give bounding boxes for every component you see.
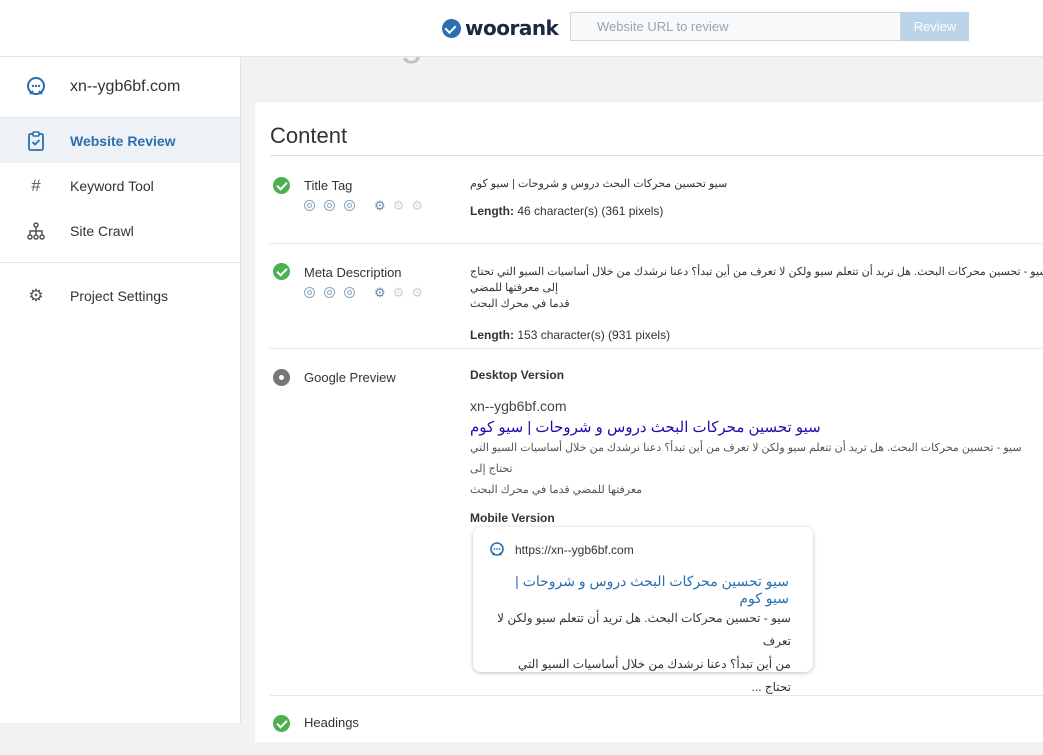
criterion-meta-description[interactable]: Meta Description ⚙ ⚙ ⚙ سيو - تحسين محركا… (270, 243, 1043, 349)
criterion-icons: ⚙ ⚙ ⚙ (304, 198, 430, 213)
pass-check-icon (273, 715, 290, 732)
gear-icon: ⚙ (392, 285, 405, 300)
website-url-input[interactable] (570, 12, 901, 41)
gear-icon: ⚙ (411, 285, 423, 300)
site-name: xn--ygb6bf.com (70, 78, 181, 95)
criterion-value: سيو - تحسين محركات البحث. هل تريد أن تتع… (470, 264, 1043, 342)
sitemap-icon (26, 221, 46, 241)
hash-icon: # (31, 175, 41, 195)
pass-check-icon (273, 177, 290, 194)
criterion-label: Title Tag (304, 178, 353, 193)
criterion-label: Meta Description (304, 265, 402, 280)
target-icon (344, 200, 355, 211)
google-preview-content: Desktop Version xn--ygb6bf.com سيو تحسين… (470, 368, 1043, 694)
meta-description-text-line-1: سيو - تحسين محركات البحث. هل تريد أن تتع… (470, 266, 1043, 294)
project-site[interactable]: xn--ygb6bf.com (0, 57, 240, 118)
criterion-value: سيو تحسين محركات البحث دروس و شروحات | س… (470, 177, 1043, 218)
mobile-preview-url: https://xn--ygb6bf.com (515, 543, 634, 557)
sidebar-item-label: Keyword Tool (70, 177, 154, 194)
desktop-preview-desc-line-2: معرفتها للمضي قدما في محرك البحث (470, 484, 643, 496)
mobile-preview-desc-line-1: سيو - تحسين محركات البحث. هل تريد أن تتع… (497, 611, 791, 648)
meta-description-text-line-2: قدما في محرك البحث (470, 298, 570, 310)
woorank-logo[interactable]: woorank (442, 15, 559, 41)
site-favicon-icon (27, 77, 45, 95)
gear-icon: ⚙ (374, 285, 386, 300)
clipboard-check-icon (26, 130, 46, 151)
mobile-version-label: Mobile Version (470, 511, 555, 525)
target-icon (344, 287, 355, 298)
criterion-title-tag[interactable]: Title Tag ⚙ ⚙ ⚙ سيو تحسين محركات البحث د… (270, 157, 1043, 244)
desktop-preview-title: سيو تحسين محركات البحث دروس و شروحات | س… (470, 419, 821, 436)
sidebar-item-label: Site Crawl (70, 222, 134, 239)
content-panel: Content Title Tag ⚙ ⚙ ⚙ سيو تحسين محركات… (255, 102, 1043, 742)
criterion-headings[interactable]: Headings (270, 695, 1043, 755)
gear-icon: ⚙ (411, 198, 423, 213)
section-divider (270, 155, 1043, 156)
gear-icon: ⚙ (392, 198, 405, 213)
length-label: Length: (470, 328, 514, 342)
logo-text: woorank (465, 16, 559, 40)
sidebar: xn--ygb6bf.com Website Review # Keyword … (0, 57, 241, 723)
desktop-preview-url: xn--ygb6bf.com (470, 398, 567, 414)
sidebar-nav: Website Review # Keyword Tool Site Crawl… (0, 118, 240, 318)
sidebar-item-site-crawl[interactable]: Site Crawl (0, 208, 240, 253)
target-icon (304, 287, 315, 298)
review-button[interactable]: Review (901, 12, 969, 41)
mobile-preview-card: https://xn--ygb6bf.com سيو تحسين محركات … (473, 527, 813, 694)
pass-check-icon (273, 263, 290, 280)
site-favicon-icon (490, 542, 504, 556)
target-icon (324, 200, 335, 211)
sidebar-item-project-settings[interactable]: ⚙ Project Settings (0, 273, 240, 318)
eye-icon (273, 369, 290, 386)
woorank-check-icon (442, 18, 461, 38)
section-title: Content (270, 123, 348, 148)
desktop-preview-desc-line-1: سيو - تحسين محركات البحث. هل تريد أن تتع… (470, 442, 1022, 475)
length-value: 153 character(s) (931 pixels) (517, 328, 671, 342)
mobile-preview-desc: سيو - تحسين محركات البحث. هل تريد أن تتع… (489, 607, 791, 699)
mobile-preview-desc-line-2: من أين تبدأ؟ دعنا نرشدك من خلال أساسيات … (518, 657, 791, 694)
sidebar-item-label: Project Settings (70, 287, 169, 304)
sidebar-item-label: Website Review (70, 132, 176, 149)
title-tag-text: سيو تحسين محركات البحث دروس و شروحات | س… (470, 178, 728, 190)
meta-description-length: Length: 153 character(s) (931 pixels) (470, 328, 1043, 342)
sidebar-item-website-review[interactable]: Website Review (0, 118, 240, 163)
criterion-icons: ⚙ ⚙ ⚙ (304, 285, 430, 300)
gear-icon: ⚙ (374, 198, 386, 213)
sidebar-divider (0, 253, 240, 263)
length-value: 46 character(s) (361 pixels) (517, 204, 664, 218)
target-icon (304, 200, 315, 211)
target-icon (324, 287, 335, 298)
criterion-google-preview[interactable]: Google Preview Desktop Version xn--ygb6b… (270, 348, 1043, 696)
desktop-version-label: Desktop Version (470, 368, 565, 382)
top-bar: woorank Review (0, 0, 1043, 57)
mobile-preview-title: سيو تحسين محركات البحث دروس و شروحات | س… (515, 573, 789, 606)
sidebar-item-keyword-tool[interactable]: # Keyword Tool (0, 163, 240, 208)
criterion-label: Google Preview (304, 370, 396, 385)
title-tag-length: Length: 46 character(s) (361 pixels) (470, 204, 1043, 218)
gear-icon: ⚙ (28, 285, 44, 305)
length-label: Length: (470, 204, 514, 218)
